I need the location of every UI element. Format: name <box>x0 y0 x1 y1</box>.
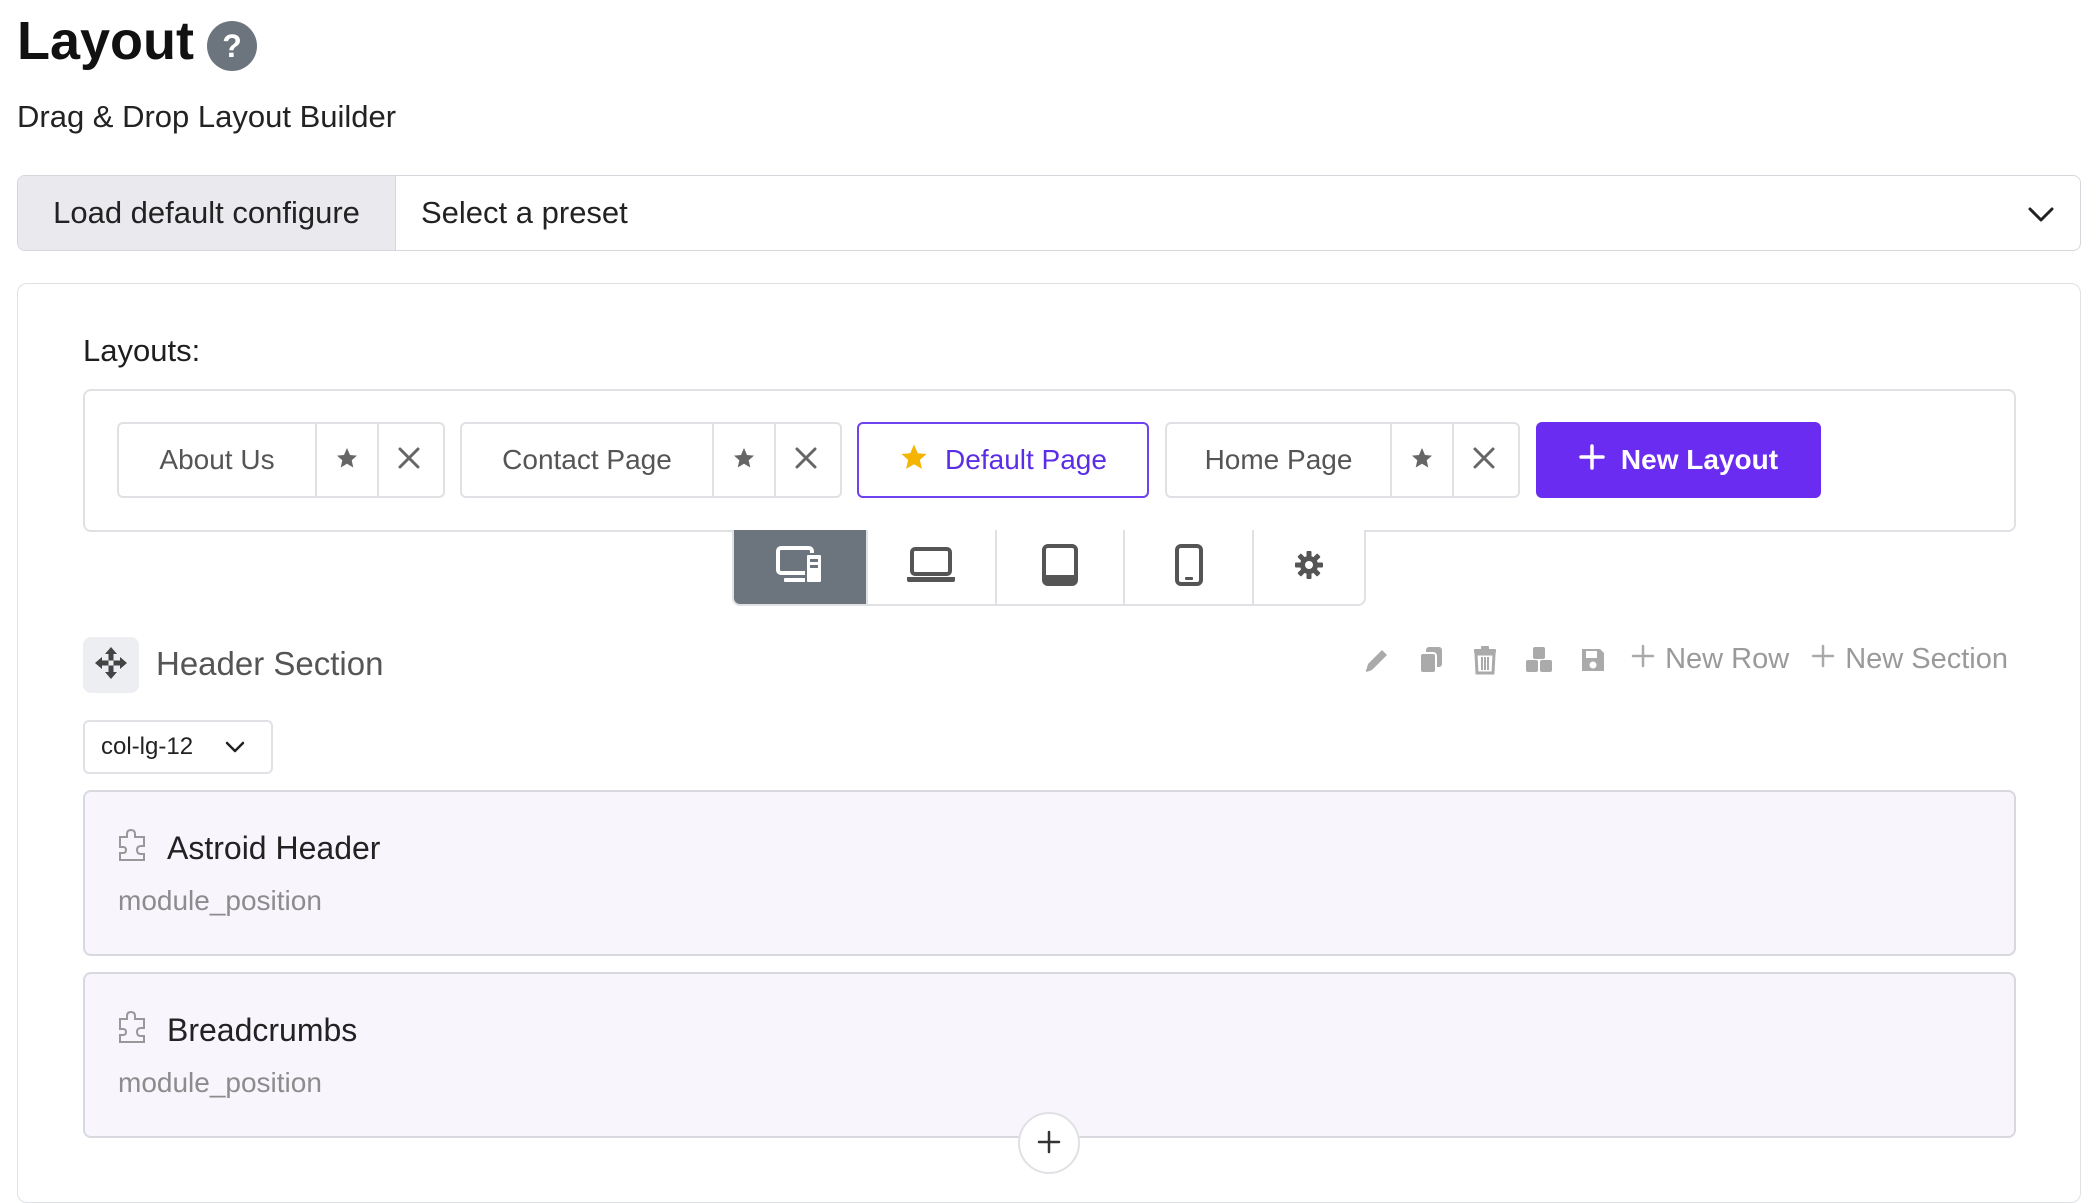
plus-icon <box>1579 443 1605 477</box>
new-row-label: New Row <box>1665 643 1790 675</box>
set-default-button[interactable] <box>1390 424 1452 496</box>
section-drag-handle[interactable] <box>83 637 139 693</box>
save-icon[interactable] <box>1577 644 1609 676</box>
desktop-icon <box>776 545 824 590</box>
puzzle-piece-icon <box>117 828 149 867</box>
star-filled-icon <box>899 442 929 479</box>
module-title: Breadcrumbs <box>167 1012 358 1048</box>
preset-input-group: Load default configure Select a preset <box>17 175 2081 251</box>
laptop-icon <box>905 546 957 589</box>
puzzle-piece-icon <box>117 1010 149 1049</box>
layout-name-button[interactable]: Home Page <box>1167 424 1390 496</box>
layout-name-button[interactable]: About Us <box>119 424 315 496</box>
device-tablet-button[interactable] <box>994 530 1124 604</box>
column-size-value: col-lg-12 <box>101 733 194 760</box>
new-layout-button[interactable]: New Layout <box>1536 422 1821 498</box>
move-arrows-icon <box>94 646 128 685</box>
mobile-icon <box>1174 543 1203 591</box>
star-icon <box>335 446 359 475</box>
layout-chip-about-us: About Us <box>117 422 445 498</box>
star-icon <box>732 446 756 475</box>
module-title: Astroid Header <box>167 830 381 866</box>
close-icon <box>1473 447 1495 474</box>
delete-layout-button[interactable] <box>377 424 439 496</box>
preset-select-value: Select a preset <box>421 195 628 230</box>
new-layout-label: New Layout <box>1620 444 1779 475</box>
copy-icon[interactable] <box>1415 644 1447 676</box>
close-icon <box>795 447 817 474</box>
set-default-button[interactable] <box>712 424 774 496</box>
section-toolbar: New Row New Section <box>1361 643 2008 676</box>
layout-name: Default Page <box>945 444 1107 475</box>
cubes-icon[interactable] <box>1523 644 1555 676</box>
plus-icon <box>1631 643 1655 676</box>
module-position-label: module_position <box>118 1067 322 1098</box>
device-settings-button[interactable] <box>1252 530 1364 604</box>
tablet-icon <box>1042 543 1078 591</box>
gear-icon <box>1294 550 1324 585</box>
set-default-button[interactable] <box>315 424 377 496</box>
close-icon <box>398 447 420 474</box>
page-title: Layout <box>17 11 195 71</box>
star-icon <box>1410 446 1434 475</box>
chevron-down-icon <box>2028 195 2054 231</box>
device-laptop-button[interactable] <box>866 530 995 604</box>
layout-chip-contact-page: Contact Page <box>460 422 842 498</box>
add-element-button[interactable] <box>1018 1112 1080 1174</box>
layout-chip-home-page: Home Page <box>1165 422 1520 498</box>
delete-layout-button[interactable] <box>1452 424 1514 496</box>
module-position-label: module_position <box>118 885 322 916</box>
device-mobile-button[interactable] <box>1123 530 1252 604</box>
layouts-label: Layouts: <box>83 333 201 368</box>
load-default-configure-button[interactable]: Load default configure <box>18 176 396 250</box>
plus-icon <box>1037 1124 1061 1163</box>
preset-select[interactable]: Select a preset <box>396 176 2080 250</box>
column-size-select[interactable]: col-lg-12 <box>83 720 273 774</box>
plus-icon <box>1811 643 1835 676</box>
section-title: Header Section <box>156 645 384 682</box>
device-toolbar <box>732 530 1366 606</box>
layout-name-button[interactable]: Contact Page <box>462 424 712 496</box>
trash-icon[interactable] <box>1469 644 1501 676</box>
module-card[interactable]: Astroid Header module_position <box>83 790 2016 956</box>
edit-pencil-icon[interactable] <box>1361 644 1393 676</box>
new-row-button[interactable]: New Row <box>1631 643 1789 676</box>
new-section-button[interactable]: New Section <box>1811 643 2008 676</box>
page-subtitle: Drag & Drop Layout Builder <box>17 99 397 134</box>
chevron-down-icon <box>225 733 245 761</box>
delete-layout-button[interactable] <box>774 424 836 496</box>
layout-chip-default-page[interactable]: Default Page <box>857 422 1149 498</box>
help-icon[interactable]: ? <box>207 21 257 71</box>
device-desktop-button[interactable] <box>734 530 866 604</box>
new-section-label: New Section <box>1845 643 2008 675</box>
